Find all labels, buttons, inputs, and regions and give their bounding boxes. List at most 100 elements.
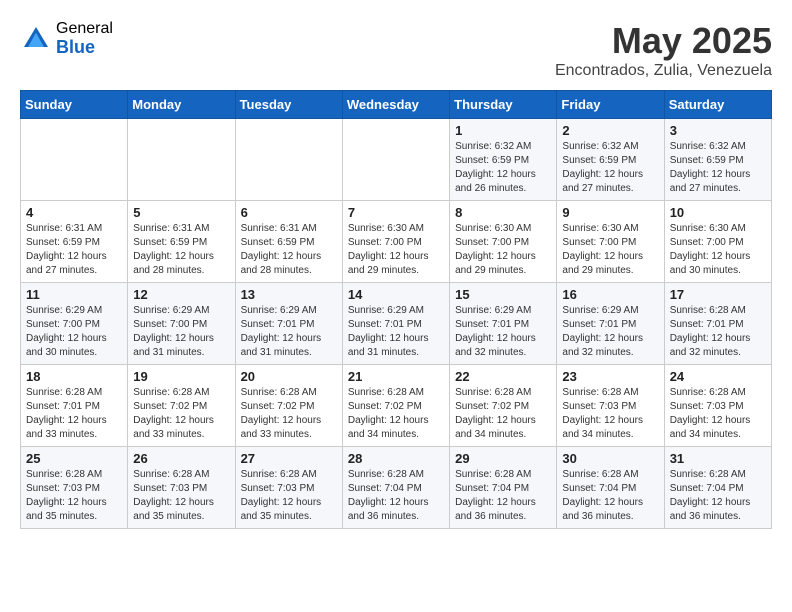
day-info: Sunrise: 6:28 AM Sunset: 7:04 PM Dayligh… [562, 468, 658, 524]
week-row-3: 11Sunrise: 6:29 AM Sunset: 7:00 PM Dayli… [21, 283, 772, 365]
day-info: Sunrise: 6:31 AM Sunset: 6:59 PM Dayligh… [241, 222, 337, 278]
calendar-cell: 21Sunrise: 6:28 AM Sunset: 7:02 PM Dayli… [342, 365, 449, 447]
calendar-cell [342, 119, 449, 201]
day-number: 13 [241, 287, 337, 302]
location: Encontrados, Zulia, Venezuela [555, 62, 772, 80]
week-row-4: 18 Sunrise: 6:28 AM Sunset: 7:01 PM Dayli… [21, 365, 772, 447]
calendar-cell: 3 Sunrise: 6:32 AM Sunset: 6:59 PM Daylig… [664, 119, 771, 201]
day-number: 29 [455, 451, 551, 466]
day-info: Sunrise: 6:28 AM Sunset: 7:03 PM Dayligh… [26, 468, 122, 524]
day-number: 9 [562, 205, 658, 220]
day-number: 30 [562, 451, 658, 466]
day-info: Sunrise: 6:32 AM Sunset: 6:59 PM Dayligh… [670, 140, 766, 196]
calendar-cell: 17Sunrise: 6:28 AM Sunset: 7:01 PM Dayli… [664, 283, 771, 365]
calendar-cell: 24Sunrise: 6:28 AM Sunset: 7:03 PM Dayli… [664, 365, 771, 447]
logo-blue: Blue [56, 38, 113, 58]
calendar-cell: 29 Sunrise: 6:28 AM Sunset: 7:04 PM Dayli… [450, 447, 557, 529]
calendar-cell: 15 Sunrise: 6:29 AM Sunset: 7:01 PM Dayli… [450, 283, 557, 365]
day-info: Sunrise: 6:30 AM Sunset: 7:00 PM Dayligh… [455, 222, 551, 278]
day-number: 4 [26, 205, 122, 220]
day-number: 8 [455, 205, 551, 220]
day-info: Sunrise: 6:28 AM Sunset: 7:03 PM Dayligh… [562, 386, 658, 442]
day-number: 1 [455, 123, 551, 138]
week-row-2: 4 Sunrise: 6:31 AM Sunset: 6:59 PM Daylig… [21, 201, 772, 283]
day-number: 22 [455, 369, 551, 384]
day-info: Sunrise: 6:28 AM Sunset: 7:04 PM Dayligh… [455, 468, 551, 524]
calendar-cell: 1Sunrise: 6:32 AM Sunset: 6:59 PM Daylig… [450, 119, 557, 201]
day-number: 31 [670, 451, 766, 466]
day-number: 6 [241, 205, 337, 220]
day-number: 19 [133, 369, 229, 384]
day-info: Sunrise: 6:29 AM Sunset: 7:00 PM Dayligh… [26, 304, 122, 360]
day-info: Sunrise: 6:28 AM Sunset: 7:02 PM Dayligh… [133, 386, 229, 442]
day-info: Sunrise: 6:31 AM Sunset: 6:59 PM Dayligh… [133, 222, 229, 278]
day-info: Sunrise: 6:31 AM Sunset: 6:59 PM Dayligh… [26, 222, 122, 278]
day-info: Sunrise: 6:28 AM Sunset: 7:04 PM Dayligh… [670, 468, 766, 524]
logo-icon [20, 23, 52, 55]
calendar-cell: 28Sunrise: 6:28 AM Sunset: 7:04 PM Dayli… [342, 447, 449, 529]
day-number: 14 [348, 287, 444, 302]
day-number: 10 [670, 205, 766, 220]
calendar-cell: 19 Sunrise: 6:28 AM Sunset: 7:02 PM Dayli… [128, 365, 235, 447]
logo: General Blue [20, 20, 113, 57]
calendar-cell: 12 Sunrise: 6:29 AM Sunset: 7:00 PM Dayli… [128, 283, 235, 365]
day-number: 5 [133, 205, 229, 220]
day-info: Sunrise: 6:30 AM Sunset: 7:00 PM Dayligh… [670, 222, 766, 278]
day-info: Sunrise: 6:29 AM Sunset: 7:00 PM Dayligh… [133, 304, 229, 360]
day-number: 21 [348, 369, 444, 384]
calendar-cell [21, 119, 128, 201]
calendar-cell: 20Sunrise: 6:28 AM Sunset: 7:02 PM Dayli… [235, 365, 342, 447]
calendar-cell [235, 119, 342, 201]
day-info: Sunrise: 6:28 AM Sunset: 7:01 PM Dayligh… [26, 386, 122, 442]
day-number: 27 [241, 451, 337, 466]
calendar-cell: 9Sunrise: 6:30 AM Sunset: 7:00 PM Daylig… [557, 201, 664, 283]
header-tuesday: Tuesday [235, 91, 342, 119]
calendar-cell: 14 Sunrise: 6:29 AM Sunset: 7:01 PM Dayli… [342, 283, 449, 365]
day-info: Sunrise: 6:29 AM Sunset: 7:01 PM Dayligh… [455, 304, 551, 360]
logo-text: General Blue [56, 20, 113, 57]
day-info: Sunrise: 6:28 AM Sunset: 7:03 PM Dayligh… [133, 468, 229, 524]
calendar-cell: 4 Sunrise: 6:31 AM Sunset: 6:59 PM Daylig… [21, 201, 128, 283]
day-info: Sunrise: 6:28 AM Sunset: 7:03 PM Dayligh… [670, 386, 766, 442]
calendar-cell: 26 Sunrise: 6:28 AM Sunset: 7:03 PM Dayli… [128, 447, 235, 529]
calendar-cell: 27Sunrise: 6:28 AM Sunset: 7:03 PM Dayli… [235, 447, 342, 529]
calendar-cell: 22 Sunrise: 6:28 AM Sunset: 7:02 PM Dayli… [450, 365, 557, 447]
week-row-1: 1 Sunrise: 6:32 AM Sunset: 6:59 PM Daylig… [21, 119, 772, 201]
day-info: Sunrise: 6:32 AM Sunset: 6:59 PM Dayligh… [562, 140, 658, 196]
calendar-table: SundayMondayTuesdayWednesdayThursdayFrid… [20, 90, 772, 529]
header-wednesday: Wednesday [342, 91, 449, 119]
calendar-cell: 30 Sunrise: 6:28 AM Sunset: 7:04 PM Dayli… [557, 447, 664, 529]
day-number: 18 [26, 369, 122, 384]
calendar-cell: 8 Sunrise: 6:30 AM Sunset: 7:00 PM Daylig… [450, 201, 557, 283]
page-header: General Blue May 2025 Encontrados, Zulia… [20, 20, 772, 80]
day-number: 2 [562, 123, 658, 138]
calendar-cell: 2 Sunrise: 6:32 AM Sunset: 6:59 PM Daylig… [557, 119, 664, 201]
day-info: Sunrise: 6:29 AM Sunset: 7:01 PM Dayligh… [348, 304, 444, 360]
calendar-cell: 18 Sunrise: 6:28 AM Sunset: 7:01 PM Dayli… [21, 365, 128, 447]
header-saturday: Saturday [664, 91, 771, 119]
day-info: Sunrise: 6:28 AM Sunset: 7:02 PM Dayligh… [241, 386, 337, 442]
header-friday: Friday [557, 91, 664, 119]
day-number: 7 [348, 205, 444, 220]
logo-general: General [56, 20, 113, 38]
calendar-cell: 10 Sunrise: 6:30 AM Sunset: 7:00 PM Dayli… [664, 201, 771, 283]
day-number: 12 [133, 287, 229, 302]
day-number: 23 [562, 369, 658, 384]
day-number: 3 [670, 123, 766, 138]
day-number: 15 [455, 287, 551, 302]
calendar-cell: 11Sunrise: 6:29 AM Sunset: 7:00 PM Dayli… [21, 283, 128, 365]
calendar-cell: 25 Sunrise: 6:28 AM Sunset: 7:03 PM Dayli… [21, 447, 128, 529]
day-info: Sunrise: 6:28 AM Sunset: 7:02 PM Dayligh… [455, 386, 551, 442]
day-number: 28 [348, 451, 444, 466]
header-thursday: Thursday [450, 91, 557, 119]
day-number: 26 [133, 451, 229, 466]
calendar-cell [128, 119, 235, 201]
day-info: Sunrise: 6:28 AM Sunset: 7:01 PM Dayligh… [670, 304, 766, 360]
calendar-cell: 23 Sunrise: 6:28 AM Sunset: 7:03 PM Dayli… [557, 365, 664, 447]
day-number: 25 [26, 451, 122, 466]
title-block: May 2025 Encontrados, Zulia, Venezuela [555, 20, 772, 80]
header-sunday: Sunday [21, 91, 128, 119]
calendar-cell: 16Sunrise: 6:29 AM Sunset: 7:01 PM Dayli… [557, 283, 664, 365]
month-year: May 2025 [555, 20, 772, 62]
day-number: 16 [562, 287, 658, 302]
